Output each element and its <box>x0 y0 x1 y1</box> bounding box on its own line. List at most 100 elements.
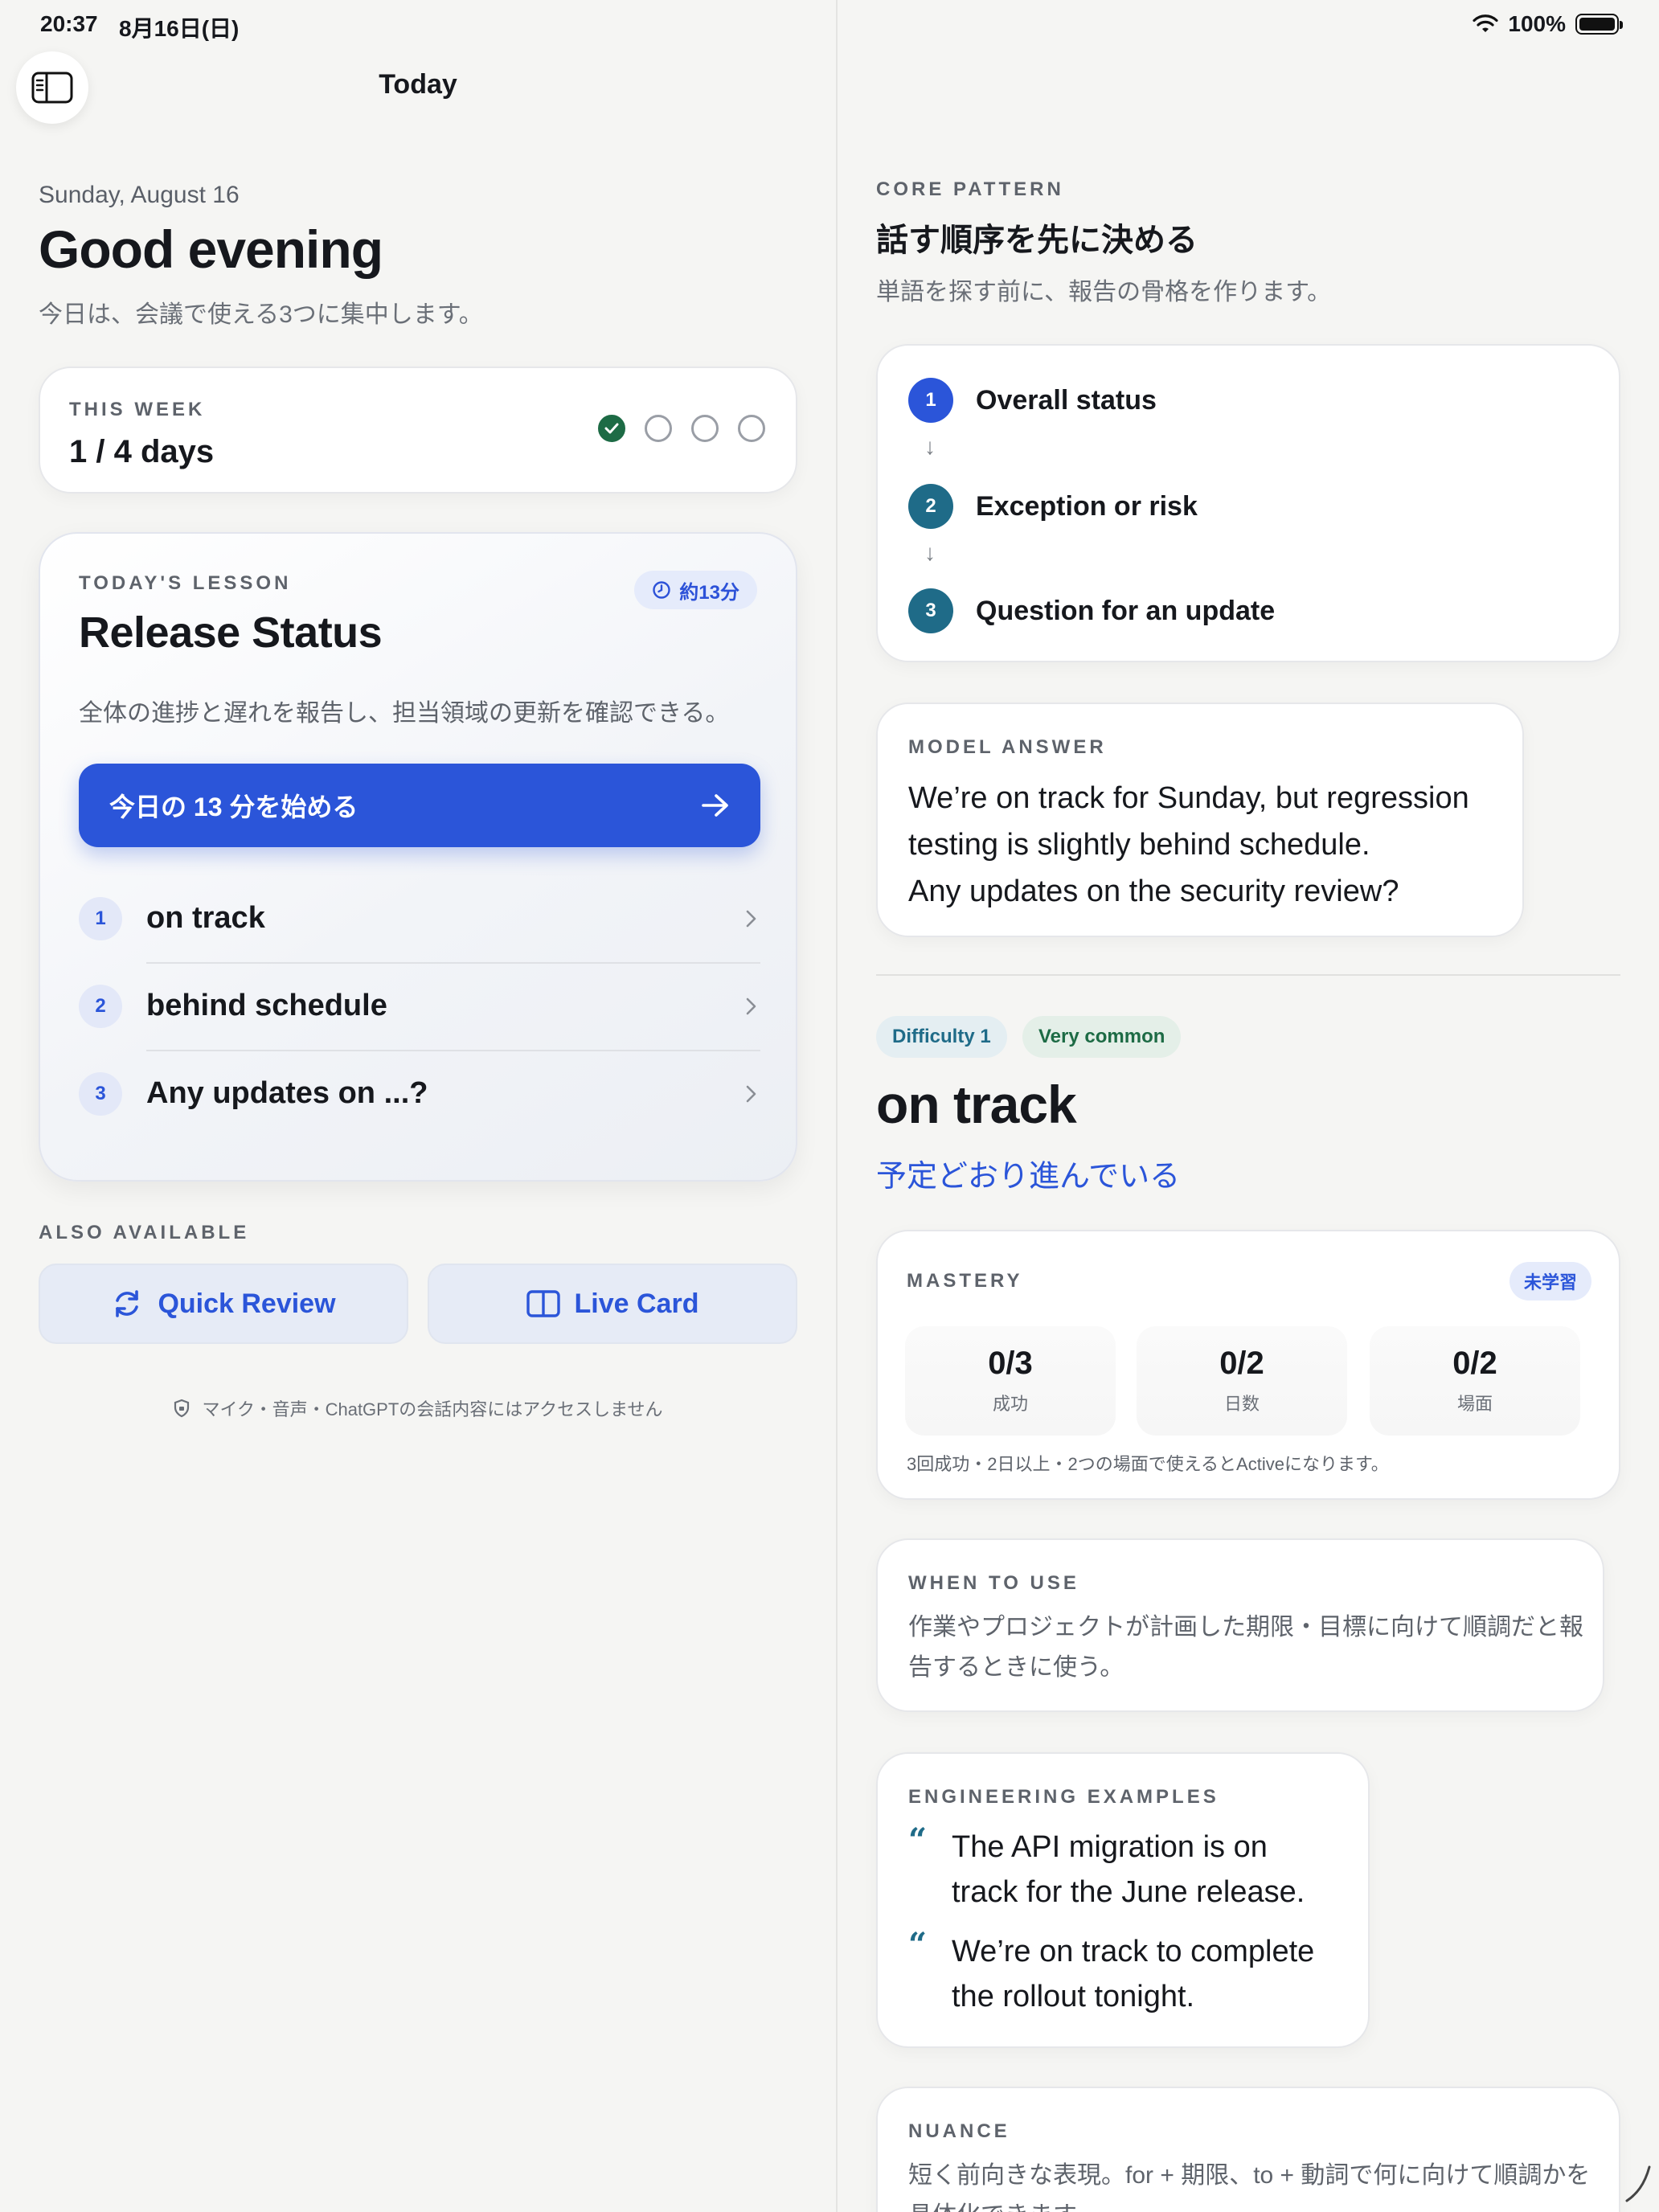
phrase-title: on track <box>876 1075 1077 1134</box>
day-dot <box>645 415 672 442</box>
quote-icon: “ <box>908 1926 928 1964</box>
live-card-label: Live Card <box>574 1288 699 1319</box>
step-number: 3 <box>908 588 953 633</box>
example-item: “ We’re on track to complete the rollout… <box>908 1929 1337 2019</box>
model-answer-label: MODEL ANSWER <box>908 736 1107 758</box>
when-to-use-label: WHEN TO USE <box>908 1572 1079 1594</box>
phrase-list: 1 on track 2 behind schedule 3 Any updat… <box>79 875 760 1137</box>
start-lesson-label: 今日の 13 分を始める <box>109 793 358 821</box>
scroll-indicator[interactable] <box>1624 2162 1653 2204</box>
example-item: “ The API migration is on track for the … <box>908 1825 1337 1915</box>
battery-icon <box>1575 14 1623 35</box>
quick-review-label: Quick Review <box>158 1288 336 1319</box>
mastery-card: MASTERY 未学習 0/3 成功 0/2 日数 0/2 場面 3回成功・2日… <box>876 1230 1620 1500</box>
pattern-step: 3 Question for an update <box>908 588 1275 633</box>
nuance-label: NUANCE <box>908 2120 1010 2142</box>
core-pattern-title: 話す順序を先に決める <box>876 223 1198 258</box>
difficulty-pill: Difficulty 1 <box>876 1016 1007 1058</box>
phrase-text: Any updates on ...? <box>146 1076 428 1110</box>
stat-label: 日数 <box>1223 1394 1260 1414</box>
start-lesson-button[interactable]: 今日の 13 分を始める <box>79 764 760 847</box>
live-card-button[interactable]: Live Card <box>428 1264 797 1344</box>
mastery-note: 3回成功・2日以上・2つの場面で使えるとActiveになります。 <box>907 1454 1389 1474</box>
check-icon <box>604 423 619 434</box>
stat-value: 0/2 <box>1452 1346 1497 1381</box>
when-to-use-card: WHEN TO USE 作業やプロジェクトが計画した期限・目標に向けて順調だと報… <box>876 1538 1604 1712</box>
duration-badge: 約13分 <box>634 571 757 609</box>
chevron-right-icon <box>746 1085 756 1102</box>
pattern-step: 1 Overall status <box>908 378 1157 423</box>
pattern-steps-card: 1 Overall status ↓ 2 Exception or risk ↓… <box>876 344 1620 662</box>
nuance-text: 短く前向きな表現。for + 期限、to + 動詞で何に向けて順調かを具体化でき… <box>908 2162 1591 2212</box>
stat-value: 0/2 <box>1219 1346 1264 1381</box>
phrase-meaning: 予定どおり進んでいる <box>876 1160 1181 1194</box>
arrow-down-icon: ↓ <box>924 540 936 565</box>
week-label: THIS WEEK <box>69 399 206 420</box>
step-text: Overall status <box>976 384 1157 416</box>
clock-icon <box>653 581 670 599</box>
status-right: 100% <box>1473 11 1623 37</box>
also-available-label: ALSO AVAILABLE <box>39 1222 250 1243</box>
lesson-label: TODAY'S LESSON <box>79 572 292 594</box>
greeting-subtitle: 今日は、会議で使える3つに集中します。 <box>39 301 483 328</box>
core-pattern-label: CORE PATTERN <box>876 178 1064 200</box>
phrase-row-on-track[interactable]: 1 on track <box>79 875 760 962</box>
section-divider <box>876 974 1620 976</box>
phrase-row-any-updates[interactable]: 3 Any updates on ...? <box>79 1050 760 1137</box>
step-text: Exception or risk <box>976 490 1198 522</box>
mastery-status-badge: 未学習 <box>1509 1262 1591 1301</box>
quote-icon: “ <box>908 1821 928 1859</box>
model-answer-line: Any updates on the security review? <box>908 875 1399 908</box>
example-text: We’re on track to complete the rollout t… <box>952 1935 1315 2013</box>
stat-label: 成功 <box>992 1394 1028 1414</box>
wifi-icon <box>1473 14 1498 32</box>
nav-title: Today <box>379 69 457 100</box>
phrase-number: 1 <box>79 896 122 940</box>
week-progress-card: THIS WEEK 1 / 4 days <box>39 367 797 494</box>
model-answer-line: testing is slightly behind schedule. <box>908 828 1370 862</box>
core-pattern-subtitle: 単語を探す前に、報告の骨格を作ります。 <box>876 279 1332 305</box>
status-bar: 20:37 8月16日(日) 100% <box>0 0 1659 51</box>
step-text: Question for an update <box>976 595 1276 626</box>
arrow-right-icon <box>702 794 728 817</box>
week-value: 1 / 4 days <box>69 434 215 469</box>
phrase-number: 2 <box>79 984 122 1028</box>
day-dot <box>691 415 719 442</box>
phrase-text: on track <box>146 901 265 935</box>
example-text: The API migration is on track for the Ju… <box>952 1830 1305 1909</box>
model-answer-card: MODEL ANSWER We’re on track for Sunday, … <box>876 703 1524 937</box>
mastery-label: MASTERY <box>907 1270 1023 1292</box>
split-card-icon <box>526 1290 560 1317</box>
step-number: 2 <box>908 484 953 529</box>
engineering-examples-card: ENGINEERING EXAMPLES “ The API migration… <box>876 1752 1370 2048</box>
privacy-text: マイク・音声・ChatGPTの会話内容にはアクセスしません <box>202 1399 663 1419</box>
frequency-pill: Very common <box>1022 1016 1182 1058</box>
stat-value: 0/3 <box>988 1346 1033 1381</box>
greeting-title: Good evening <box>39 219 383 279</box>
status-time: 20:37 <box>40 11 98 36</box>
model-answer-text: We’re on track for Sunday, but regressio… <box>908 775 1503 915</box>
mastery-stat-success: 0/3 成功 <box>905 1326 1116 1436</box>
shield-icon <box>174 1399 190 1418</box>
phrase-number: 3 <box>79 1071 122 1116</box>
pane-divider <box>836 0 838 2212</box>
phrase-row-behind-schedule[interactable]: 2 behind schedule <box>79 962 760 1050</box>
chevron-right-icon <box>746 997 756 1014</box>
quick-review-button[interactable]: Quick Review <box>39 1264 408 1344</box>
privacy-note: マイク・音声・ChatGPTの会話内容にはアクセスしません <box>0 1395 836 1421</box>
battery-percent: 100% <box>1508 11 1566 36</box>
refresh-icon <box>116 1290 139 1317</box>
greeting-date: Sunday, August 16 <box>39 182 240 208</box>
examples-label: ENGINEERING EXAMPLES <box>908 1786 1219 1808</box>
chevron-right-icon <box>746 910 756 927</box>
model-answer-line: We’re on track for Sunday, but regressio… <box>908 781 1469 815</box>
lesson-title: Release Status <box>79 608 383 657</box>
duration-text: 約13分 <box>679 581 739 604</box>
when-to-use-text: 作業やプロジェクトが計画した期限・目標に向けて順調だと報告するときに使う。 <box>908 1614 1583 1681</box>
phrase-text: behind schedule <box>146 989 387 1022</box>
status-date: 8月16日(日) <box>119 16 240 41</box>
lesson-description: 全体の進捗と遅れを報告し、担当領域の更新を確認できる。 <box>79 700 730 727</box>
pattern-step: 2 Exception or risk <box>908 484 1198 529</box>
todays-lesson-card: TODAY'S LESSON 約13分 Release Status 全体の進捗… <box>39 532 797 1182</box>
arrow-down-icon: ↓ <box>924 434 936 459</box>
